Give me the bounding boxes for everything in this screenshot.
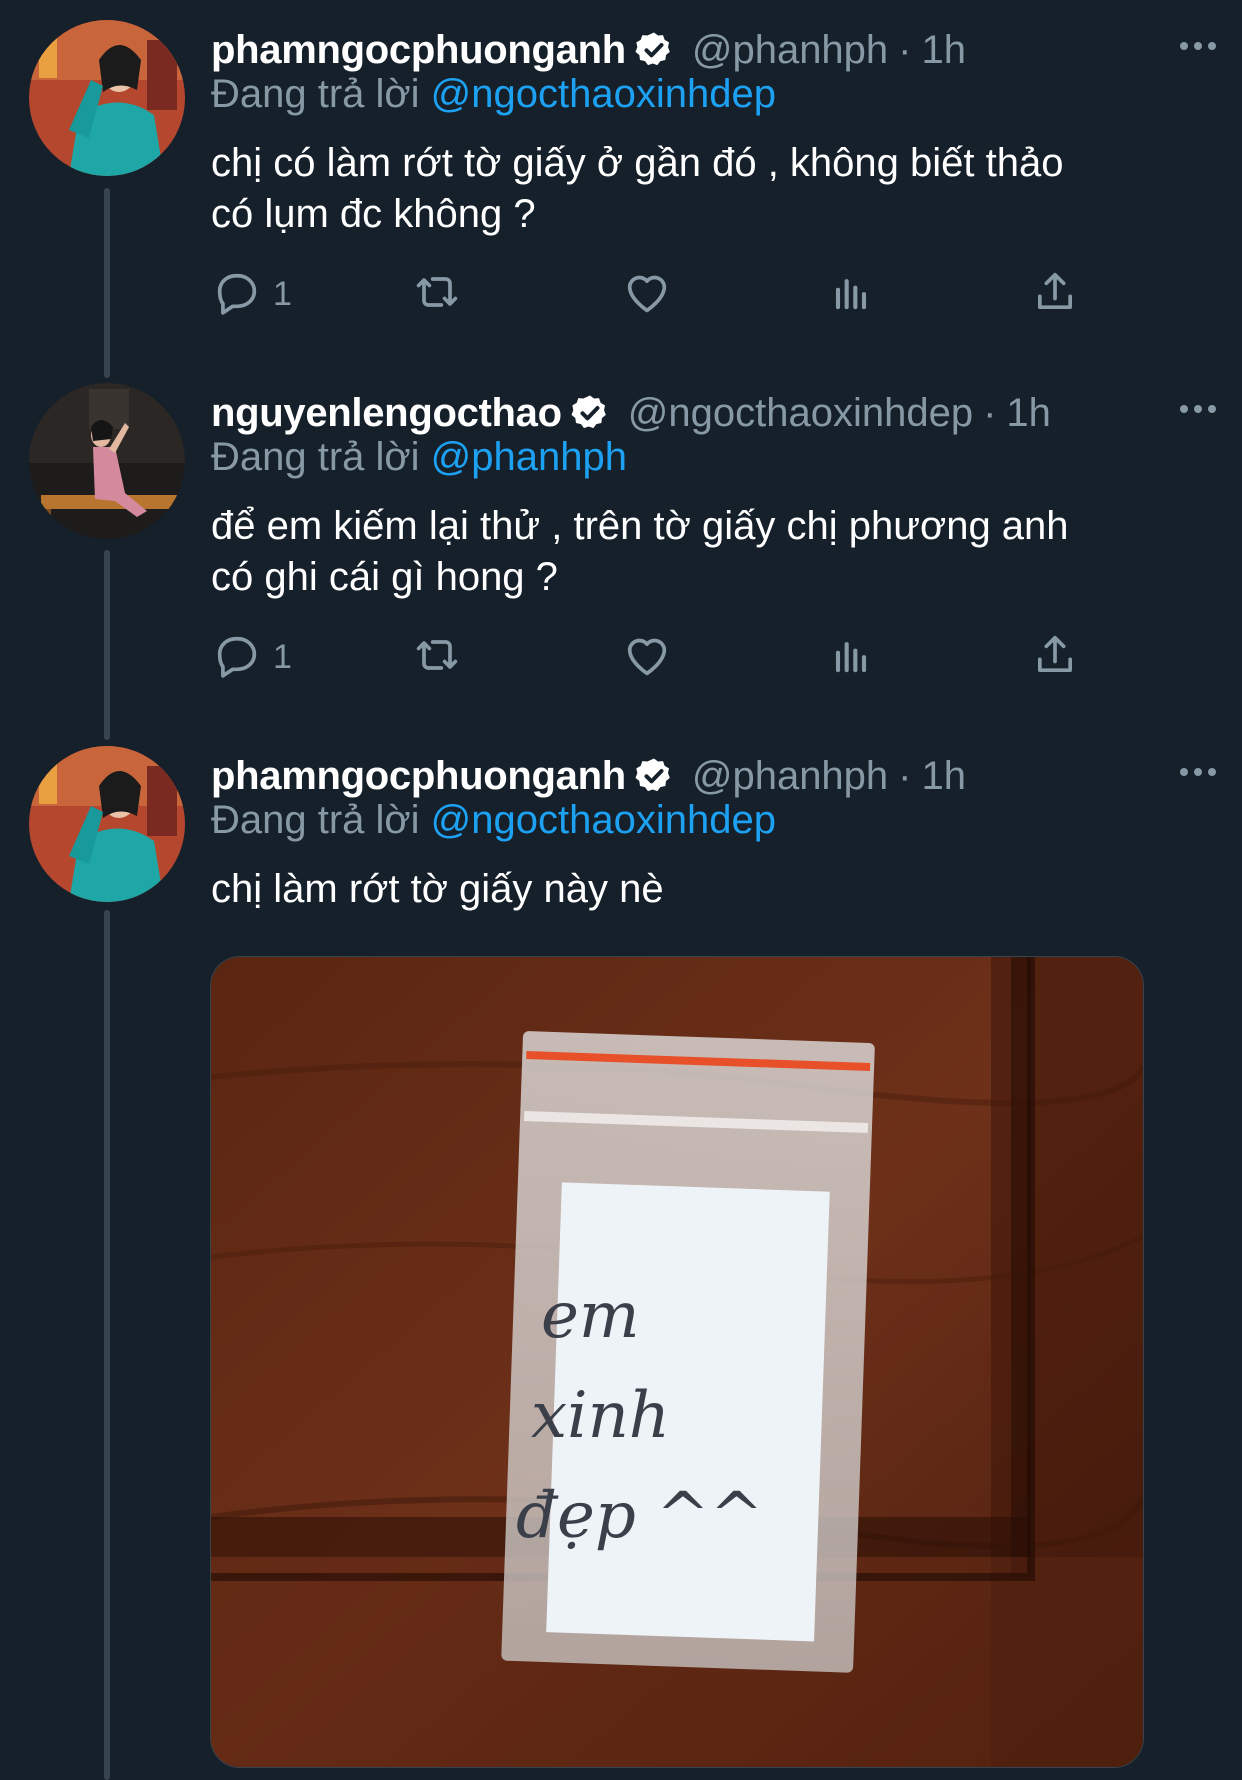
share-upload-icon — [1029, 629, 1081, 686]
like-button[interactable] — [621, 264, 673, 324]
avatar[interactable] — [29, 746, 185, 902]
tweet-text: để em kiếm lại thử , trên tờ giấy chị ph… — [211, 504, 1069, 599]
more-dots-icon[interactable] — [1168, 389, 1228, 429]
tweet-text: chị làm rớt tờ giấy này nè — [211, 867, 664, 911]
verified-badge-icon — [634, 756, 674, 796]
tweet-header: nguyenlengocthao @ngocthaoxinhdep · 1h — [211, 383, 1222, 443]
share-button[interactable] — [1029, 627, 1081, 687]
display-name[interactable]: phamngocphuonganh — [211, 754, 626, 799]
action-bar: 1 — [211, 264, 1111, 324]
display-name[interactable]: nguyenlengocthao — [211, 391, 562, 436]
replying-to: Đang trả lời @ngocthaoxinhdep — [211, 72, 776, 117]
svg-text:xinh: xinh — [531, 1379, 670, 1453]
mention-link[interactable]: @ngocthaoxinhdep — [431, 72, 776, 116]
replying-to: Đang trả lời @phanhph — [211, 435, 627, 480]
heart-icon — [621, 266, 673, 323]
handle[interactable]: @phanhph — [692, 28, 888, 73]
tweet-text: chị có làm rớt tờ giấy ở gần đó , không … — [211, 141, 1064, 236]
retweet-icon — [411, 629, 463, 686]
tweet-header: phamngocphuonganh @phanhph · 1h — [211, 20, 1222, 80]
like-button[interactable] — [621, 627, 673, 687]
analytics-bars-icon — [825, 629, 877, 686]
heart-icon — [621, 629, 673, 686]
reply-button[interactable]: 1 — [211, 264, 292, 324]
verified-badge-icon — [634, 30, 674, 70]
share-button[interactable] — [1029, 264, 1081, 324]
reply-button[interactable]: 1 — [211, 627, 292, 687]
analytics-button[interactable] — [825, 264, 877, 324]
tweet-header: phamngocphuonganh @phanhph · 1h — [211, 746, 1222, 806]
svg-text:em: em — [541, 1279, 640, 1353]
display-name[interactable]: phamngocphuonganh — [211, 28, 626, 73]
handle[interactable]: @phanhph — [692, 754, 888, 799]
analytics-bars-icon — [825, 266, 877, 323]
verified-badge-icon — [570, 393, 610, 433]
retweet-button[interactable] — [411, 627, 463, 687]
dot-separator: · — [898, 27, 912, 72]
analytics-button[interactable] — [825, 627, 877, 687]
mention-link[interactable]: @ngocthaoxinhdep — [431, 798, 776, 842]
reply-count: 1 — [273, 637, 292, 676]
more-dots-icon[interactable] — [1168, 26, 1228, 66]
avatar[interactable] — [29, 20, 185, 176]
avatar[interactable] — [29, 383, 185, 539]
more-dots-icon[interactable] — [1168, 752, 1228, 792]
timestamp[interactable]: 1h — [922, 754, 967, 799]
tweet[interactable]: phamngocphuonganh @phanhph · 1h Đang trả… — [0, 746, 1242, 1780]
tweet[interactable]: phamngocphuonganh @phanhph · 1h Đang trả… — [0, 20, 1242, 360]
replying-to: Đang trả lời @ngocthaoxinhdep — [211, 798, 776, 843]
tweet[interactable]: nguyenlengocthao @ngocthaoxinhdep · 1h Đ… — [0, 383, 1242, 723]
share-upload-icon — [1029, 266, 1081, 323]
reply-count: 1 — [273, 274, 292, 313]
replying-label: Đang trả lời — [211, 435, 420, 479]
dot-separator: · — [898, 753, 912, 798]
reply-bubble-icon — [211, 266, 263, 323]
timestamp[interactable]: 1h — [922, 28, 967, 73]
replying-label: Đang trả lời — [211, 798, 420, 842]
replying-label: Đang trả lời — [211, 72, 420, 116]
timestamp[interactable]: 1h — [1006, 391, 1051, 436]
svg-text:đẹp ^^: đẹp ^^ — [516, 1479, 763, 1553]
mention-link[interactable]: @phanhph — [431, 435, 627, 479]
handle[interactable]: @ngocthaoxinhdep — [628, 391, 973, 436]
action-bar: 1 — [211, 627, 1111, 687]
tweet-photo[interactable]: em xinh đẹp ^^ — [210, 956, 1144, 1768]
reply-bubble-icon — [211, 629, 263, 686]
dot-separator: · — [983, 390, 997, 435]
retweet-icon — [411, 266, 463, 323]
retweet-button[interactable] — [411, 264, 463, 324]
